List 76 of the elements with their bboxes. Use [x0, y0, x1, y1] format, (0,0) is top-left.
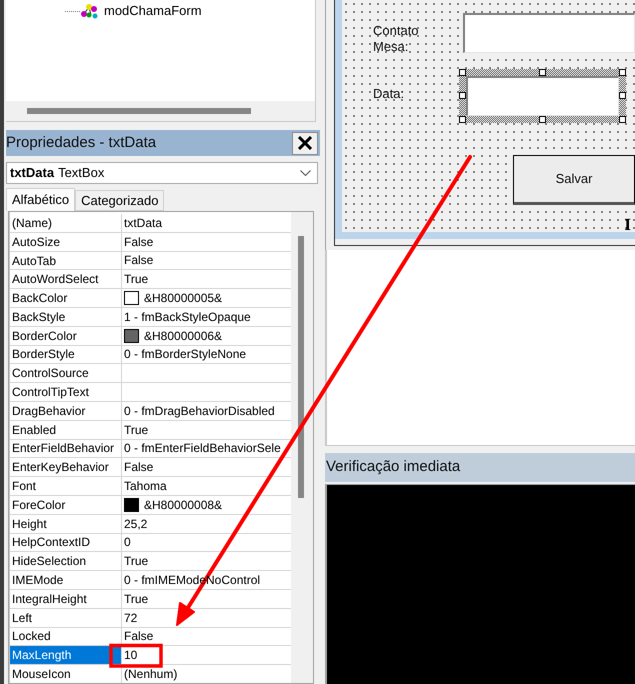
- property-name[interactable]: BorderColor: [10, 326, 122, 345]
- property-name[interactable]: ForeColor: [10, 496, 122, 514]
- property-value[interactable]: 72: [124, 610, 138, 625]
- property-name[interactable]: Font: [10, 477, 122, 495]
- property-name[interactable]: MouseIcon: [10, 665, 122, 683]
- property-value[interactable]: 10: [124, 648, 138, 662]
- resize-handle[interactable]: [459, 69, 466, 76]
- panel-title: Propriedades - txtData: [6, 132, 156, 153]
- panel-title: Verificação imediata: [326, 457, 460, 478]
- property-name[interactable]: AutoWordSelect: [10, 270, 122, 288]
- chevron-down-icon: [300, 170, 311, 176]
- property-value[interactable]: True: [124, 422, 148, 437]
- property-value[interactable]: 25,2: [124, 516, 148, 531]
- property-value[interactable]: &H80000008&: [144, 498, 222, 512]
- property-name[interactable]: Height: [10, 514, 122, 533]
- property-value[interactable]: txtData: [124, 216, 162, 230]
- property-name[interactable]: AutoSize: [10, 232, 122, 251]
- property-value[interactable]: 0 - fmDragBehaviorDisabled: [124, 404, 275, 418]
- horizontal-scrollbar[interactable]: [6, 101, 315, 121]
- scrollbar-thumb[interactable]: [27, 108, 251, 114]
- property-value[interactable]: False: [124, 234, 154, 249]
- field-label: Data:: [373, 86, 406, 102]
- property-value[interactable]: 1 - fmBackStyleOpaque: [124, 310, 251, 324]
- property-name[interactable]: BackStyle: [10, 308, 122, 326]
- text-field[interactable]: [463, 13, 635, 53]
- property-value[interactable]: (Nenhum): [124, 667, 178, 682]
- property-value[interactable]: False: [124, 460, 154, 474]
- property-name[interactable]: Left: [10, 608, 122, 627]
- resize-handle[interactable]: [619, 116, 626, 123]
- property-name[interactable]: BorderStyle: [10, 346, 122, 364]
- property-value[interactable]: 0: [124, 535, 131, 550]
- property-name[interactable]: MaxLength: [10, 646, 122, 664]
- text-field[interactable]: [466, 76, 619, 116]
- property-name[interactable]: ControlSource: [10, 364, 122, 382]
- tab[interactable]: Categorizado: [75, 190, 164, 211]
- property-value[interactable]: 0 - fmEnterFieldBehaviorSele: [124, 441, 281, 456]
- property-value[interactable]: &H80000006&: [144, 328, 222, 343]
- property-name[interactable]: DragBehavior: [10, 402, 122, 420]
- close-button[interactable]: [292, 132, 318, 154]
- property-name[interactable]: HideSelection: [10, 552, 122, 570]
- close-icon: [298, 136, 312, 150]
- save-button[interactable]: Salvar: [513, 155, 635, 205]
- tab[interactable]: Alfabético: [6, 188, 76, 211]
- property-value[interactable]: True: [124, 554, 148, 568]
- field-label: Contato Mesa:: [373, 23, 420, 55]
- property-name[interactable]: EnterKeyBehavior: [10, 458, 122, 476]
- module-icon: [80, 3, 98, 19]
- property-name[interactable]: AutoTab: [10, 252, 122, 270]
- resize-handle[interactable]: [459, 92, 466, 99]
- property-name[interactable]: (Name): [10, 214, 122, 232]
- property-name[interactable]: HelpContextID: [10, 534, 122, 552]
- property-name[interactable]: Enabled: [10, 420, 122, 439]
- object-dropdown[interactable]: txtData TextBox: [6, 162, 318, 184]
- resize-handle[interactable]: [539, 116, 546, 123]
- property-name[interactable]: IMEMode: [10, 571, 122, 589]
- property-value[interactable]: Tahoma: [124, 479, 167, 494]
- scrollbar-thumb[interactable]: [298, 236, 304, 498]
- tree-item[interactable]: modChamaForm: [80, 1, 202, 21]
- property-name[interactable]: EnterFieldBehavior: [10, 440, 122, 458]
- caption-text: I: [624, 215, 631, 235]
- property-value[interactable]: True: [124, 272, 148, 286]
- resize-handle[interactable]: [539, 69, 546, 76]
- property-value[interactable]: True: [124, 592, 148, 606]
- highlight-rectangle: [109, 644, 163, 668]
- property-value[interactable]: False: [124, 253, 154, 268]
- property-name[interactable]: ControlTipText: [10, 383, 122, 401]
- property-name[interactable]: BackColor: [10, 289, 122, 307]
- property-value[interactable]: 0 - fmBorderStyleNone: [124, 347, 246, 362]
- property-name[interactable]: IntegralHeight: [10, 590, 122, 608]
- selection-frame[interactable]: [459, 69, 626, 123]
- resize-handle[interactable]: [619, 92, 626, 99]
- resize-handle[interactable]: [459, 116, 466, 123]
- property-value[interactable]: &H80000005&: [144, 291, 222, 306]
- resize-handle[interactable]: [619, 69, 626, 76]
- property-name[interactable]: Locked: [10, 628, 122, 646]
- property-value[interactable]: False: [124, 629, 154, 644]
